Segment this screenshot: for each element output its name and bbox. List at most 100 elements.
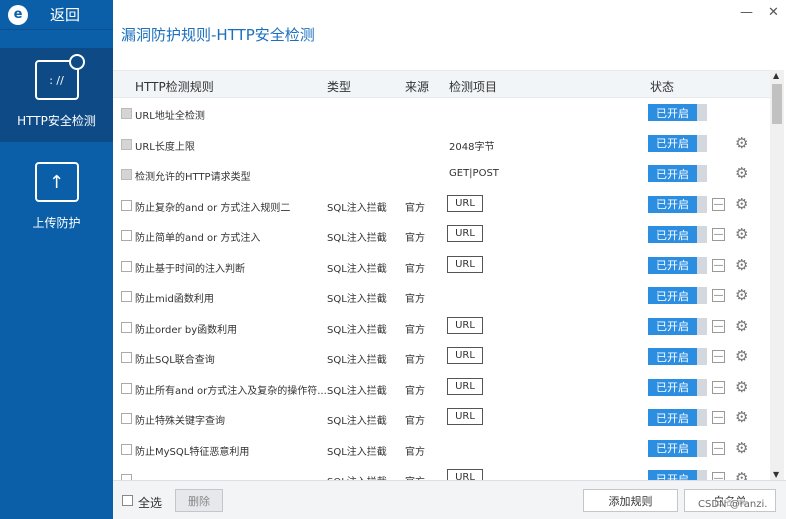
gear-icon[interactable]: ⚙ <box>735 378 748 396</box>
add-rule-button[interactable]: 添加规则 <box>583 489 678 512</box>
gear-icon[interactable]: ⚙ <box>735 469 748 480</box>
url-item-button[interactable]: URL <box>447 469 483 480</box>
table-header: HTTP检测规则 类型 来源 检测项目 状态 <box>113 70 770 98</box>
url-item-button[interactable]: URL <box>447 408 483 425</box>
minus-icon[interactable]: — <box>712 258 725 272</box>
rule-type: SQL注入拦截 <box>327 473 387 480</box>
gear-icon[interactable]: ⚙ <box>735 225 748 243</box>
status-toggle[interactable]: 已开启 <box>648 439 707 457</box>
back-button[interactable]: e 返回 <box>0 0 113 30</box>
url-item-button[interactable]: URL <box>447 225 483 242</box>
select-all-checkbox[interactable] <box>122 495 133 506</box>
minimize-icon[interactable]: — <box>740 5 753 20</box>
rule-name: 防止order by函数利用 <box>135 324 238 336</box>
rule-name: URL地址全检测 <box>135 111 205 122</box>
gear-icon[interactable]: ⚙ <box>735 317 748 335</box>
rule-name: 防止所有and or方式注入及复杂的操作符... <box>135 385 327 397</box>
main-panel: — ✕ 漏洞防护规则-HTTP安全检测 HTTP检测规则 类型 来源 检测项目 … <box>113 0 786 519</box>
rule-type: SQL注入拦截 <box>327 446 387 458</box>
nav-item-http-security[interactable]: : // HTTP安全检测 <box>0 48 113 142</box>
scroll-up-icon[interactable]: ▲ <box>773 71 779 80</box>
status-toggle[interactable]: 已开启 <box>648 317 707 335</box>
table-row: URL长度上限 2048字节 已开启 ⚙ <box>113 129 770 160</box>
gear-icon[interactable]: ⚙ <box>735 164 748 182</box>
sidebar: e 返回 : // HTTP安全检测 ↑ 上传防护 <box>0 0 113 519</box>
minus-icon[interactable]: — <box>712 228 725 241</box>
status-toggle[interactable]: 已开启 <box>648 409 707 426</box>
minus-icon[interactable]: — <box>712 289 725 302</box>
rule-source: 官方 <box>405 324 425 336</box>
table-row: 检测允许的HTTP请求类型 GET|POST 已开启 ⚙ <box>113 159 770 190</box>
status-toggle[interactable]: 已开启 <box>648 104 707 121</box>
row-checkbox[interactable] <box>121 138 132 150</box>
url-item-button[interactable]: URL <box>447 377 483 395</box>
row-checkbox[interactable] <box>121 169 132 180</box>
minus-icon[interactable]: — <box>712 350 725 363</box>
table-row: 防止基于时间的注入判断 SQL注入拦截 官方 URL 已开启 — ⚙ <box>113 251 770 282</box>
gear-icon[interactable]: ⚙ <box>735 256 748 274</box>
upload-icon: ↑ <box>34 162 79 202</box>
status-toggle[interactable]: 已开启 <box>648 287 707 304</box>
header-rule: HTTP检测规则 <box>135 80 214 94</box>
nav-label-http-security: HTTP安全检测 <box>17 114 96 128</box>
minus-icon[interactable]: — <box>712 411 725 424</box>
table-row: 防止mid函数利用 SQL注入拦截 官方 已开启 — ⚙ <box>113 281 770 312</box>
status-toggle[interactable]: 已开启 <box>648 256 707 274</box>
gear-icon[interactable]: ⚙ <box>735 286 748 304</box>
minus-icon[interactable]: — <box>712 472 725 480</box>
rule-item: GET|POST <box>449 168 499 179</box>
rule-source: 官方 <box>405 473 425 480</box>
table-row: 防止SQL联合查询 SQL注入拦截 官方 URL 已开启 — ⚙ <box>113 342 770 373</box>
rule-type: SQL注入拦截 <box>327 233 387 244</box>
watermark: CSDN @ranzi. <box>698 499 768 510</box>
header-type: 类型 <box>327 80 352 94</box>
status-toggle[interactable]: 已开启 <box>648 348 707 365</box>
row-checkbox[interactable] <box>121 230 132 241</box>
nav-item-upload-protection[interactable]: ↑ 上传防护 <box>0 150 113 240</box>
row-checkbox[interactable] <box>121 413 132 424</box>
gear-icon[interactable]: ⚙ <box>735 347 748 365</box>
gear-icon[interactable]: ⚙ <box>735 439 748 457</box>
gear-icon[interactable]: ⚙ <box>735 408 748 426</box>
gear-icon[interactable]: ⚙ <box>735 134 748 152</box>
rule-type: SQL注入拦截 <box>327 202 387 214</box>
delete-button[interactable]: 删除 <box>175 489 223 512</box>
minus-icon[interactable]: — <box>712 441 725 455</box>
minus-icon[interactable]: — <box>712 319 725 333</box>
rule-name: 防止MySQL特征恶意利用 <box>135 446 250 458</box>
url-item-button[interactable]: URL <box>447 255 483 273</box>
row-checkbox[interactable] <box>121 199 132 211</box>
url-item-button[interactable]: URL <box>447 194 483 212</box>
scroll-thumb[interactable] <box>772 84 782 124</box>
rule-type: SQL注入拦截 <box>327 263 387 275</box>
status-toggle[interactable]: 已开启 <box>648 226 707 243</box>
scroll-down-icon[interactable]: ▼ <box>773 470 779 479</box>
url-item-button[interactable]: URL <box>447 316 483 334</box>
minus-icon[interactable]: — <box>712 197 725 211</box>
row-checkbox[interactable] <box>121 108 132 119</box>
rule-source: 官方 <box>405 294 425 305</box>
rule-type: SQL注入拦截 <box>327 324 387 336</box>
minus-icon[interactable]: — <box>712 380 725 394</box>
rule-name: 防止简单的and or 方式注入 <box>135 233 261 244</box>
status-toggle[interactable]: 已开启 <box>648 165 707 182</box>
status-toggle[interactable]: 已开启 <box>648 378 707 396</box>
close-icon[interactable]: ✕ <box>768 5 779 20</box>
app-logo: e <box>8 4 28 25</box>
rule-name: URL长度上限 <box>135 141 195 153</box>
row-checkbox[interactable] <box>121 382 132 394</box>
select-all-label[interactable]: 全选 <box>138 494 162 511</box>
scrollbar[interactable]: ▲ ▼ <box>770 70 784 480</box>
row-checkbox[interactable] <box>121 352 132 363</box>
row-checkbox[interactable] <box>121 443 132 455</box>
gear-icon[interactable]: ⚙ <box>735 195 748 213</box>
row-checkbox[interactable] <box>121 291 132 302</box>
status-toggle[interactable]: 已开启 <box>648 134 707 152</box>
url-item-button[interactable]: URL <box>447 347 483 364</box>
row-checkbox[interactable] <box>121 321 132 333</box>
page-title: 漏洞防护规则-HTTP安全检测 <box>121 26 315 44</box>
row-checkbox[interactable] <box>121 260 132 272</box>
rule-source: 官方 <box>405 446 425 458</box>
status-toggle[interactable]: 已开启 <box>648 470 707 480</box>
status-toggle[interactable]: 已开启 <box>648 195 707 213</box>
